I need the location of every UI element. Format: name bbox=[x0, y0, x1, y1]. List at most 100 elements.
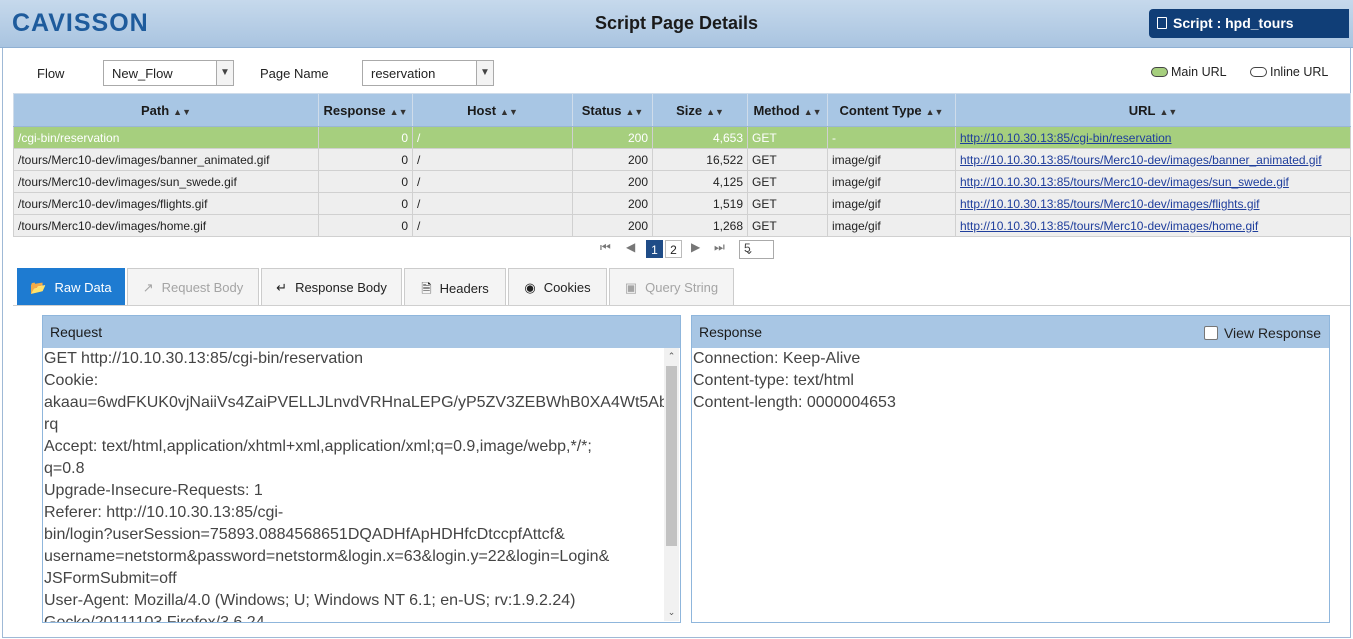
text-line: q=0.8 bbox=[44, 460, 85, 477]
scroll-up-icon[interactable]: ⌃ bbox=[664, 351, 679, 362]
sort-icon: ▲▼ bbox=[173, 106, 191, 117]
first-page-icon[interactable]: ⏮ bbox=[600, 240, 611, 255]
col-header-status[interactable]: Status ▲▼ bbox=[572, 93, 653, 127]
next-page-icon[interactable]: ▶ bbox=[691, 240, 700, 254]
tab-cookies[interactable]: ◉ Cookies bbox=[508, 268, 607, 305]
cell-method: GET bbox=[747, 214, 828, 237]
tab-headers[interactable]: 🗎 Headers bbox=[404, 268, 506, 305]
rows-per-page-value: 5 bbox=[744, 241, 751, 255]
url-link[interactable]: http://10.10.30.13:85/tours/Merc10-dev/i… bbox=[960, 219, 1258, 233]
tab-request-body[interactable]: ↗ Request Body bbox=[127, 268, 259, 305]
table-row[interactable]: /tours/Merc10-dev/images/flights.gif 0 /… bbox=[13, 192, 1351, 215]
flow-select[interactable]: New_Flow ▼ bbox=[103, 60, 234, 86]
inline-url-label: Inline URL bbox=[1270, 65, 1329, 79]
sort-icon: ▲▼ bbox=[1159, 106, 1178, 117]
cell-response: 0 bbox=[318, 170, 413, 193]
main-url-swatch bbox=[1151, 67, 1168, 77]
url-link[interactable]: http://10.10.30.13:85/tours/Merc10-dev/i… bbox=[960, 197, 1260, 211]
url-link[interactable]: http://10.10.30.13:85/cgi-bin/reservatio… bbox=[960, 131, 1171, 145]
cell-url: http://10.10.30.13:85/tours/Merc10-dev/i… bbox=[955, 170, 1351, 193]
request-scrollbar[interactable]: ⌃ ⌄ bbox=[664, 348, 679, 621]
text-line: akaau=6wdFKUK0vjNaiiVs4ZaiPVELLJLnvdVRHn… bbox=[44, 394, 664, 411]
page-name-select-value: reservation bbox=[371, 66, 436, 81]
table-row[interactable]: /tours/Merc10-dev/images/home.gif 0 / 20… bbox=[13, 214, 1351, 237]
sort-icon: ▲▼ bbox=[706, 106, 724, 117]
url-link[interactable]: http://10.10.30.13:85/tours/Merc10-dev/i… bbox=[960, 153, 1322, 167]
sort-icon: ▲▼ bbox=[500, 106, 518, 117]
text-line: Connection: Keep-Alive bbox=[693, 350, 861, 367]
rows-per-page-select[interactable]: 5 ⌄ bbox=[739, 240, 774, 259]
cell-host: / bbox=[412, 126, 573, 149]
cell-response: 0 bbox=[318, 214, 413, 237]
tab-bar-divider bbox=[13, 305, 1350, 306]
cell-response: 0 bbox=[318, 126, 413, 149]
flow-select-value: New_Flow bbox=[112, 66, 173, 81]
document-icon: 🗎 bbox=[421, 281, 432, 296]
col-header-response[interactable]: Response ▲▼ bbox=[318, 93, 413, 127]
tab-label: Headers bbox=[439, 281, 489, 296]
script-icon bbox=[1157, 17, 1167, 29]
view-response-checkbox[interactable] bbox=[1203, 326, 1218, 340]
page-name-label: Page Name bbox=[260, 66, 329, 81]
inline-url-swatch bbox=[1250, 67, 1267, 77]
table-row[interactable]: /cgi-bin/reservation 0 / 200 4,653 GET -… bbox=[13, 126, 1351, 149]
sort-icon: ▲▼ bbox=[803, 106, 822, 117]
cell-status: 200 bbox=[572, 214, 653, 237]
cell-size: 1,268 bbox=[652, 214, 748, 237]
chevron-down-icon[interactable]: ▼ bbox=[216, 61, 233, 85]
cell-content-type: - bbox=[827, 126, 956, 149]
cell-host: / bbox=[412, 192, 573, 215]
cell-host: / bbox=[412, 170, 573, 193]
share-icon: ↗ bbox=[142, 280, 154, 295]
tab-label: Request Body bbox=[161, 280, 244, 295]
cell-status: 200 bbox=[572, 148, 653, 171]
cell-response: 0 bbox=[318, 148, 413, 171]
url-link[interactable]: http://10.10.30.13:85/tours/Merc10-dev/i… bbox=[960, 175, 1289, 189]
table-row[interactable]: /tours/Merc10-dev/images/banner_animated… bbox=[13, 148, 1351, 171]
prev-page-icon[interactable]: ◀ bbox=[626, 240, 635, 254]
col-header-method[interactable]: Method ▲▼ bbox=[747, 93, 828, 127]
col-header-host[interactable]: Host ▲▼ bbox=[412, 93, 573, 127]
cell-method: GET bbox=[747, 170, 828, 193]
cell-url: http://10.10.30.13:85/tours/Merc10-dev/i… bbox=[955, 192, 1351, 215]
text-line: username=netstorm&password=netstorm&logi… bbox=[44, 548, 610, 565]
tab-label: Query String bbox=[645, 280, 719, 295]
page-button-2[interactable]: 2 bbox=[665, 240, 682, 258]
text-line: GET http://10.10.30.13:85/cgi-bin/reserv… bbox=[44, 350, 364, 367]
response-panel: Response View Response Connection: Keep-… bbox=[691, 315, 1330, 623]
col-header-path[interactable]: Path ▲▼ bbox=[13, 93, 319, 127]
cell-response: 0 bbox=[318, 192, 413, 215]
table-row[interactable]: /tours/Merc10-dev/images/sun_swede.gif 0… bbox=[13, 170, 1351, 193]
tab-response-body[interactable]: ↵ Response Body bbox=[261, 268, 402, 305]
text-line: Content-length: 0000004653 bbox=[693, 394, 896, 411]
cell-content-type: image/gif bbox=[827, 148, 956, 171]
cell-size: 4,125 bbox=[652, 170, 748, 193]
last-page-icon[interactable]: ⏭ bbox=[714, 240, 725, 255]
script-label: Script : hpd_tours bbox=[1173, 15, 1294, 31]
sort-icon: ▲▼ bbox=[389, 106, 408, 117]
scroll-down-icon[interactable]: ⌄ bbox=[664, 607, 679, 618]
text-line: Upgrade-Insecure-Requests: 1 bbox=[44, 482, 263, 499]
cell-method: GET bbox=[747, 126, 828, 149]
tab-raw-data[interactable]: 📂 Raw Data bbox=[17, 268, 125, 305]
page-name-select[interactable]: reservation ▼ bbox=[362, 60, 494, 86]
script-page-table: Path ▲▼ Response ▲▼ Host ▲▼ Status ▲▼ Size ▲▼… bbox=[13, 93, 1351, 237]
flow-label: Flow bbox=[37, 66, 65, 81]
text-line: Referer: http://10.10.30.13:85/cgi- bbox=[44, 504, 284, 521]
chevron-down-icon[interactable]: ▼ bbox=[476, 61, 493, 85]
tab-query-string[interactable]: ▣ Query String bbox=[609, 268, 734, 305]
response-text[interactable]: Connection: Keep-Alive Content-type: text… bbox=[693, 348, 1323, 414]
col-header-url[interactable]: URL ▲▼ bbox=[955, 93, 1351, 127]
cookie-icon: ◉ bbox=[524, 280, 536, 295]
view-response-toggle[interactable]: View Response bbox=[1203, 325, 1321, 341]
cell-size: 4,653 bbox=[652, 126, 748, 149]
col-header-content-type[interactable]: Content Type ▲▼ bbox=[827, 93, 956, 127]
cell-url: http://10.10.30.13:85/tours/Merc10-dev/i… bbox=[955, 148, 1351, 171]
scroll-thumb[interactable] bbox=[666, 366, 677, 546]
tab-label: Cookies bbox=[543, 280, 591, 295]
page-button-1[interactable]: 1 bbox=[646, 240, 663, 258]
folder-open-icon: 📂 bbox=[30, 280, 47, 295]
col-header-size[interactable]: Size ▲▼ bbox=[652, 93, 748, 127]
request-text[interactable]: GET http://10.10.30.13:85/cgi-bin/reserv… bbox=[44, 348, 664, 622]
script-badge[interactable]: Script : hpd_tours bbox=[1149, 9, 1349, 38]
